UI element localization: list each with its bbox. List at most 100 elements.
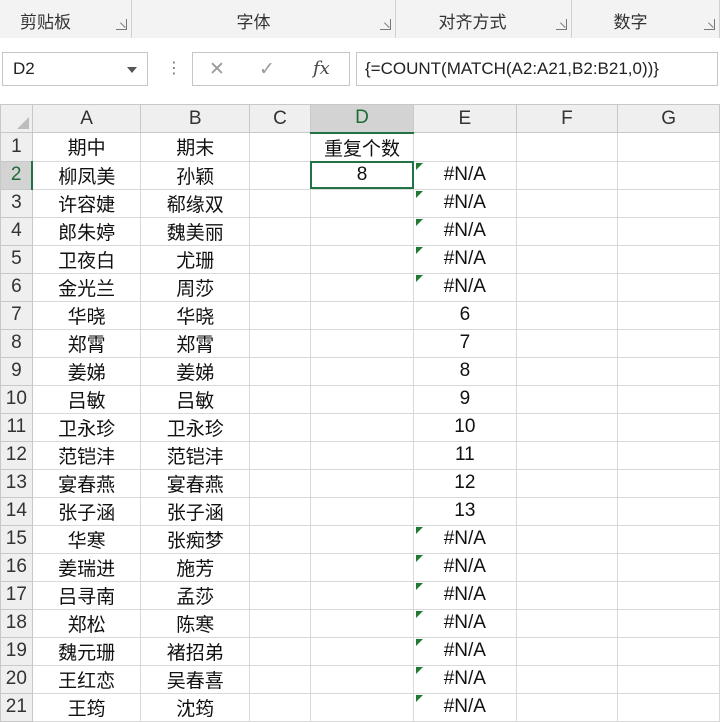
cell-g12[interactable] — [617, 440, 720, 470]
cell-g6[interactable] — [617, 272, 720, 302]
error-indicator-icon[interactable] — [416, 526, 424, 534]
formula-input[interactable]: {=COUNT(MATCH(A2:A21,B2:B21,0))} — [356, 52, 718, 86]
cell-f1[interactable] — [515, 132, 619, 162]
cell-f2[interactable] — [515, 160, 619, 190]
cell-a20[interactable]: 王红恋 — [31, 664, 142, 694]
cell-e9[interactable]: 8 — [413, 356, 517, 386]
row-header[interactable]: 8 — [0, 328, 33, 358]
cell-c14[interactable] — [249, 496, 311, 526]
cell-e11[interactable]: 10 — [413, 412, 517, 442]
cell-a10[interactable]: 吕敏 — [31, 384, 142, 414]
cell-f6[interactable] — [515, 272, 619, 302]
cell-g11[interactable] — [617, 412, 720, 442]
cell-f13[interactable] — [515, 468, 619, 498]
enter-icon[interactable]: ✓ — [259, 58, 275, 80]
cell-a8[interactable]: 郑霄 — [31, 328, 142, 358]
cell-b19[interactable]: 褚招弟 — [140, 636, 251, 666]
cell-d10[interactable] — [309, 384, 415, 414]
cell-g15[interactable] — [617, 524, 720, 554]
cell-f15[interactable] — [515, 524, 619, 554]
cell-e4[interactable]: #N/A — [413, 216, 517, 246]
cell-a12[interactable]: 范铠沣 — [31, 440, 142, 470]
cell-d7[interactable] — [309, 300, 415, 330]
cell-b14[interactable]: 张子涵 — [140, 496, 251, 526]
cell-a18[interactable]: 郑松 — [31, 608, 142, 638]
cell-f12[interactable] — [515, 440, 619, 470]
cell-d14[interactable] — [309, 496, 415, 526]
cell-d17[interactable] — [309, 580, 415, 610]
cell-b10[interactable]: 吕敏 — [140, 384, 251, 414]
cell-a9[interactable]: 姜娣 — [31, 356, 142, 386]
cell-d13[interactable] — [309, 468, 415, 498]
row-header[interactable]: 13 — [0, 468, 33, 498]
cell-e5[interactable]: #N/A — [413, 244, 517, 274]
cell-c6[interactable] — [249, 272, 311, 302]
cell-f10[interactable] — [515, 384, 619, 414]
row-header[interactable]: 15 — [0, 524, 33, 554]
cell-f11[interactable] — [515, 412, 619, 442]
cell-d8[interactable] — [309, 328, 415, 358]
cell-e1[interactable] — [413, 132, 517, 162]
cell-f14[interactable] — [515, 496, 619, 526]
cell-b17[interactable]: 孟莎 — [140, 580, 251, 610]
cell-g9[interactable] — [617, 356, 720, 386]
error-indicator-icon[interactable] — [416, 162, 424, 170]
cell-b21[interactable]: 沈筠 — [140, 692, 251, 722]
cell-e15[interactable]: #N/A — [413, 524, 517, 554]
cell-e19[interactable]: #N/A — [413, 636, 517, 666]
cell-d12[interactable] — [309, 440, 415, 470]
cell-a17[interactable]: 吕寻南 — [31, 580, 142, 610]
cell-f7[interactable] — [515, 300, 619, 330]
row-header[interactable]: 2 — [0, 160, 34, 190]
cell-a11[interactable]: 卫永珍 — [31, 412, 142, 442]
cell-d16[interactable] — [309, 552, 415, 582]
cell-f9[interactable] — [515, 356, 619, 386]
cell-e13[interactable]: 12 — [413, 468, 517, 498]
row-header[interactable]: 14 — [0, 496, 33, 526]
cell-a13[interactable]: 宴春燕 — [31, 468, 142, 498]
cell-b18[interactable]: 陈寒 — [140, 608, 251, 638]
cell-d19[interactable] — [309, 636, 415, 666]
cell-c1[interactable] — [249, 132, 311, 162]
cell-a4[interactable]: 郎朱婷 — [31, 216, 142, 246]
cell-b7[interactable]: 华晓 — [140, 300, 251, 330]
cell-g17[interactable] — [617, 580, 720, 610]
cell-g13[interactable] — [617, 468, 720, 498]
error-indicator-icon[interactable] — [416, 554, 424, 562]
row-header[interactable]: 11 — [0, 412, 33, 442]
cell-c11[interactable] — [249, 412, 311, 442]
cell-c21[interactable] — [249, 692, 311, 722]
row-header[interactable]: 10 — [0, 384, 33, 414]
error-indicator-icon[interactable] — [416, 666, 424, 674]
cell-c15[interactable] — [249, 524, 311, 554]
row-header[interactable]: 12 — [0, 440, 33, 470]
error-indicator-icon[interactable] — [416, 218, 424, 226]
column-header-a[interactable]: A — [31, 104, 142, 133]
chevron-down-icon[interactable] — [127, 67, 137, 73]
name-box[interactable]: D2 — [2, 52, 148, 86]
cell-b2[interactable]: 孙颖 — [140, 160, 251, 190]
cell-b4[interactable]: 魏美丽 — [140, 216, 251, 246]
cell-b12[interactable]: 范铠沣 — [140, 440, 251, 470]
cell-c13[interactable] — [249, 468, 311, 498]
cell-c17[interactable] — [249, 580, 311, 610]
cell-c10[interactable] — [249, 384, 311, 414]
cell-d3[interactable] — [309, 188, 415, 218]
cell-b20[interactable]: 吴春喜 — [140, 664, 251, 694]
insert-function-icon[interactable]: fx — [313, 58, 330, 79]
cell-a5[interactable]: 卫夜白 — [31, 244, 142, 274]
row-header[interactable]: 9 — [0, 356, 33, 386]
cell-f3[interactable] — [515, 188, 619, 218]
cell-f17[interactable] — [515, 580, 619, 610]
cell-c19[interactable] — [249, 636, 311, 666]
cell-a14[interactable]: 张子涵 — [31, 496, 142, 526]
cell-e7[interactable]: 6 — [413, 300, 517, 330]
cell-a16[interactable]: 姜瑞进 — [31, 552, 142, 582]
cell-b11[interactable]: 卫永珍 — [140, 412, 251, 442]
error-indicator-icon[interactable] — [416, 190, 424, 198]
cell-f16[interactable] — [515, 552, 619, 582]
cell-g5[interactable] — [617, 244, 720, 274]
cell-d20[interactable] — [309, 664, 415, 694]
error-indicator-icon[interactable] — [416, 694, 424, 702]
cell-d9[interactable] — [309, 356, 415, 386]
